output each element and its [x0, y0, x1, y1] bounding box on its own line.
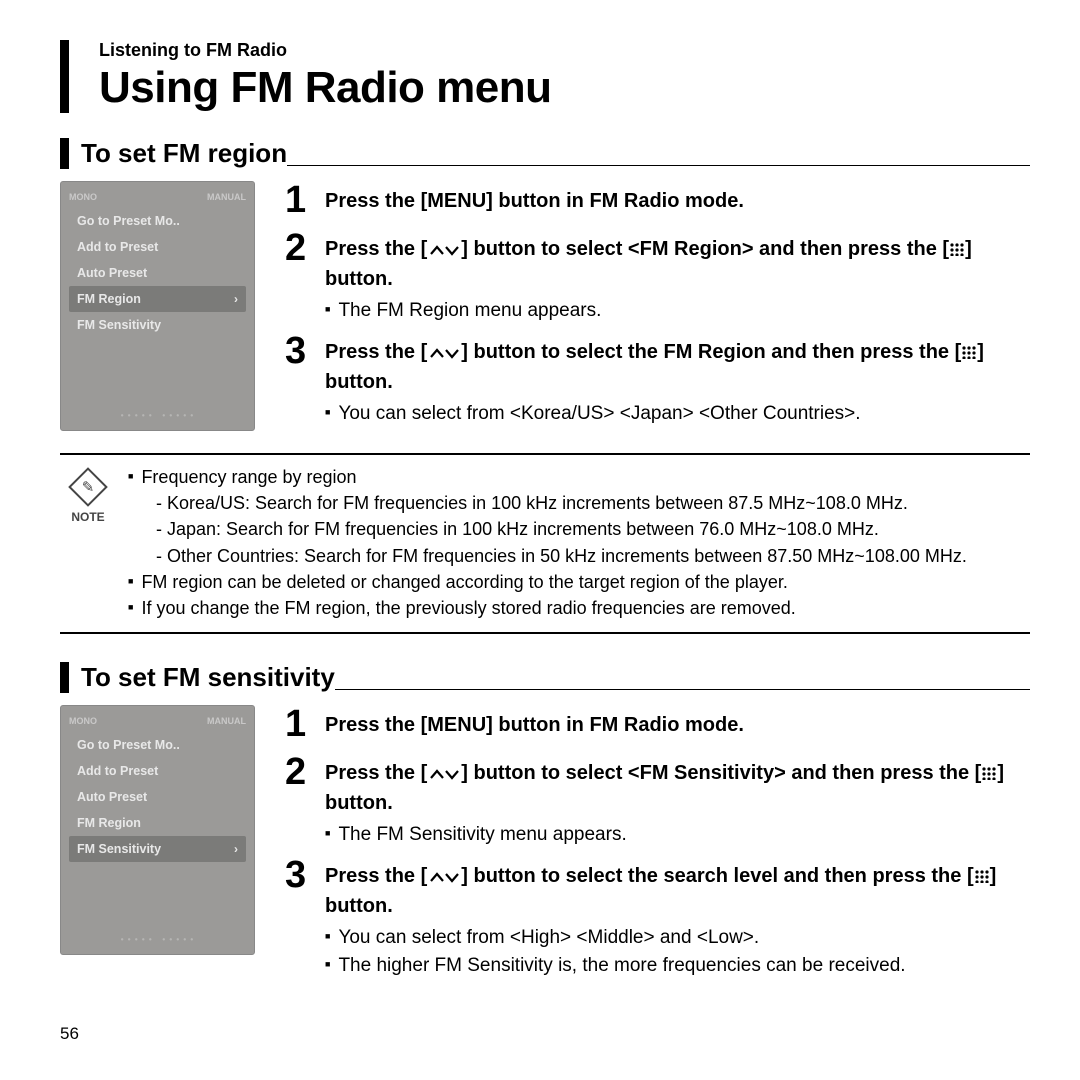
grid-icon: [974, 863, 990, 892]
step-3: 3 Press the [] button to select the sear…: [285, 856, 1030, 977]
note-line: - Korea/US: Search for FM frequencies in…: [128, 491, 1030, 516]
section-fm-region: To set FM region MONO MANUAL Go to Prese…: [60, 138, 1030, 634]
page-header: Listening to FM Radio Using FM Radio men…: [60, 40, 1030, 113]
step-sub: The higher FM Sensitivity is, the more f…: [325, 955, 1030, 977]
grid-icon: [981, 760, 997, 789]
device-mode-right: MANUAL: [207, 716, 246, 726]
device-screenshot: MONO MANUAL Go to Preset Mo.. Add to Pre…: [60, 181, 255, 431]
step-1: 1 Press the [MENU] button in FM Radio mo…: [285, 181, 1030, 219]
step-number: 1: [285, 181, 311, 219]
menu-item: Go to Preset Mo..: [69, 208, 246, 234]
chevron-right-icon: ›: [234, 293, 238, 305]
step-2: 2 Press the [] button to select <FM Regi…: [285, 229, 1030, 322]
step-sub: You can select from <High> <Middle> and …: [325, 927, 1030, 949]
menu-item: Auto Preset: [69, 260, 246, 286]
step-sub: The FM Sensitivity menu appears.: [325, 824, 1030, 846]
device-mode-left: MONO: [69, 192, 97, 202]
up-down-icon: [427, 762, 461, 784]
chevron-right-icon: ›: [234, 843, 238, 855]
step-2: 2 Press the [] button to select <FM Sens…: [285, 753, 1030, 846]
up-down-icon: [427, 865, 461, 887]
menu-item: FM Region: [69, 810, 246, 836]
step-sub: The FM Region menu appears.: [325, 300, 1030, 322]
note-label: NOTE: [60, 510, 116, 524]
step-text: Press the [] button to select <FM Sensit…: [325, 759, 1030, 818]
up-down-icon: [427, 238, 461, 260]
step-number: 2: [285, 753, 311, 791]
step-3: 3 Press the [] button to select the FM R…: [285, 332, 1030, 425]
step-text: Press the [] button to select the search…: [325, 862, 1030, 921]
note-line: If you change the FM region, the previou…: [128, 596, 1030, 621]
step-number: 2: [285, 229, 311, 267]
step-text: Press the [MENU] button in FM Radio mode…: [325, 711, 1030, 740]
section-heading: To set FM sensitivity: [60, 662, 335, 693]
note-line: - Japan: Search for FM frequencies in 10…: [128, 517, 1030, 542]
section-fm-sensitivity: To set FM sensitivity MONO MANUAL Go to …: [60, 662, 1030, 987]
grid-icon: [949, 236, 965, 265]
step-number: 3: [285, 856, 311, 894]
menu-item: Auto Preset: [69, 784, 246, 810]
step-text: Press the [] button to select the FM Reg…: [325, 338, 1030, 397]
menu-item-selected: FM Sensitivity›: [69, 836, 246, 862]
step-sub: You can select from <Korea/US> <Japan> <…: [325, 403, 1030, 425]
section-heading: To set FM region: [60, 138, 287, 169]
menu-item: Add to Preset: [69, 234, 246, 260]
device-mode-right: MANUAL: [207, 192, 246, 202]
up-down-icon: [427, 341, 461, 363]
page-number: 56: [60, 1024, 79, 1044]
menu-item-selected: FM Region›: [69, 286, 246, 312]
device-mode-left: MONO: [69, 716, 97, 726]
note-line: FM region can be deleted or changed acco…: [128, 570, 1030, 595]
menu-item: FM Sensitivity: [69, 312, 246, 338]
note-icon: ✎: [68, 467, 108, 507]
step-text: Press the [] button to select <FM Region…: [325, 235, 1030, 294]
breadcrumb: Listening to FM Radio: [99, 40, 1030, 61]
menu-item: Go to Preset Mo..: [69, 732, 246, 758]
note-line: - Other Countries: Search for FM frequen…: [128, 544, 1030, 569]
note-line: Frequency range by region: [128, 465, 1030, 490]
step-number: 3: [285, 332, 311, 370]
note-block: ✎ NOTE Frequency range by region - Korea…: [60, 453, 1030, 634]
page-title: Using FM Radio menu: [99, 63, 1030, 113]
step-text: Press the [MENU] button in FM Radio mode…: [325, 187, 1030, 216]
step-number: 1: [285, 705, 311, 743]
menu-item: Add to Preset: [69, 758, 246, 784]
device-screenshot: MONO MANUAL Go to Preset Mo.. Add to Pre…: [60, 705, 255, 955]
step-1: 1 Press the [MENU] button in FM Radio mo…: [285, 705, 1030, 743]
grid-icon: [961, 339, 977, 368]
